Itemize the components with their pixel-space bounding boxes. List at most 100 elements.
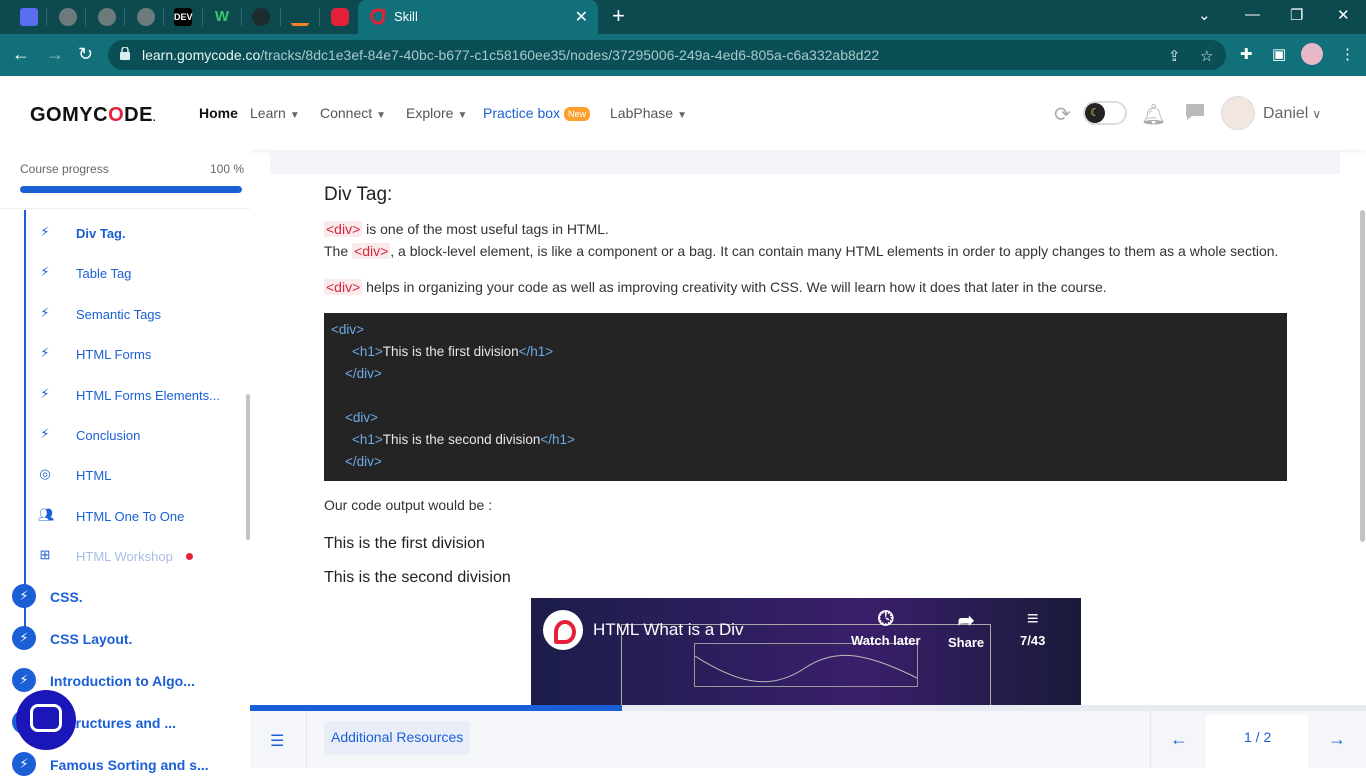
sidebar-section-label: Introduction to Algo... bbox=[50, 673, 195, 689]
inline-code: <div> bbox=[324, 279, 363, 295]
profile-avatar[interactable] bbox=[1301, 43, 1323, 65]
lock-icon bbox=[120, 47, 130, 60]
github-icon[interactable] bbox=[252, 8, 270, 26]
browser-tab-strip: DEV W Skill ✕ + ⌄ — ❐ ✕ bbox=[0, 0, 1366, 34]
support-chat-button[interactable] bbox=[16, 690, 76, 750]
tab-separator bbox=[319, 8, 320, 26]
sync-icon[interactable]: ⟳ bbox=[1054, 102, 1071, 127]
globe-icon[interactable] bbox=[137, 8, 155, 26]
url-text: learn.gomycode.co/tracks/8dc1e3ef-84e7-4… bbox=[142, 47, 879, 63]
bookmark-star-icon[interactable]: ☆ bbox=[1200, 47, 1213, 65]
active-tab-title: Skill bbox=[394, 9, 418, 24]
w-tab-icon[interactable]: W bbox=[213, 8, 231, 26]
chevron-down-icon: ▼ bbox=[457, 110, 468, 121]
code-text: This is the second division bbox=[382, 432, 541, 447]
calendar-app-icon[interactable] bbox=[20, 8, 38, 26]
code-tag: </div> bbox=[345, 366, 382, 381]
share-label: Share bbox=[948, 635, 985, 650]
previous-page-arrow-icon[interactable]: ← bbox=[1170, 729, 1188, 750]
close-tab-icon[interactable]: ✕ bbox=[575, 7, 588, 27]
moon-icon: ☾ bbox=[1085, 103, 1105, 123]
clock-icon: 🕓︎ bbox=[877, 608, 894, 630]
next-page-arrow-icon[interactable]: → bbox=[1328, 729, 1346, 750]
module-tree-line bbox=[24, 210, 26, 636]
nav-learn[interactable]: Learn ▼ bbox=[250, 105, 300, 121]
code-text: This is the first division bbox=[382, 344, 519, 359]
minimize-icon[interactable]: — bbox=[1245, 6, 1260, 23]
bolt-icon: ⚡︎ bbox=[40, 426, 50, 441]
nav-home[interactable]: Home bbox=[199, 105, 238, 121]
restore-icon[interactable]: ❐ bbox=[1290, 6, 1303, 24]
progress-value: 100 % bbox=[210, 162, 245, 176]
gomycode-icon[interactable] bbox=[331, 8, 349, 26]
lesson-title: Div Tag: bbox=[324, 184, 393, 205]
playlist-icon: ≡ bbox=[1026, 608, 1039, 630]
nav-connect[interactable]: Connect ▼ bbox=[320, 105, 386, 121]
content-banner bbox=[270, 150, 1340, 174]
chat-icon[interactable] bbox=[1184, 102, 1206, 122]
bolt-icon: ⚡︎ bbox=[40, 264, 50, 279]
sidebar-item-label: HTML bbox=[76, 468, 112, 483]
user-menu[interactable]: Daniel ∨ bbox=[1263, 105, 1321, 123]
output-heading-2: This is the second division bbox=[324, 569, 511, 586]
logo-text-o: O bbox=[108, 104, 125, 126]
youtube-video-embed[interactable]: HTML What is a Div 🕓︎ Watch later ➦ Share … bbox=[531, 598, 1081, 705]
user-avatar[interactable] bbox=[1221, 96, 1255, 130]
side-panel-icon[interactable]: ▣ bbox=[1272, 45, 1286, 63]
playlist-count: 7/43 bbox=[1020, 633, 1046, 648]
nav-practice-box[interactable]: Practice box New bbox=[483, 105, 591, 122]
new-tab-button[interactable]: + bbox=[612, 3, 625, 29]
nav-explore[interactable]: Explore ▼ bbox=[406, 105, 467, 121]
tab-search-icon[interactable]: ⌄ bbox=[1198, 6, 1211, 24]
dark-mode-toggle[interactable]: ☾ bbox=[1083, 101, 1127, 125]
nav-explore-label: Explore bbox=[406, 105, 454, 121]
gomycode-logo[interactable]: GOMYCODE. bbox=[30, 104, 156, 127]
bell-icon[interactable]: 🔔︎ bbox=[1141, 102, 1166, 127]
window-close-icon[interactable]: ✕ bbox=[1337, 6, 1350, 24]
paragraph-3: <div> helps in organizing your code as w… bbox=[324, 279, 1107, 295]
content-scrollbar[interactable] bbox=[1360, 210, 1365, 542]
user-name: Daniel bbox=[1263, 105, 1309, 122]
chevron-down-icon: ∨ bbox=[1312, 107, 1322, 121]
tab-separator bbox=[241, 8, 242, 26]
url-bar[interactable]: learn.gomycode.co/tracks/8dc1e3ef-84e7-4… bbox=[108, 40, 1226, 70]
code-tag: </h1> bbox=[518, 344, 554, 359]
nav-labphase-label: LabPhase bbox=[610, 105, 674, 121]
back-icon[interactable]: ← bbox=[12, 44, 30, 65]
lesson-bottom-bar: ☰ Additional Resources ← 1 / 2 → bbox=[250, 705, 1366, 768]
sidebar-divider bbox=[0, 208, 250, 209]
stackoverflow-icon[interactable] bbox=[291, 8, 309, 26]
code-tag: </div> bbox=[345, 454, 382, 469]
playlist-button[interactable]: ≡ 7/43 bbox=[1020, 608, 1045, 648]
channel-logo[interactable] bbox=[543, 610, 583, 650]
bolt-icon: ⚡︎ bbox=[40, 345, 50, 360]
menu-dots-icon[interactable]: ⋮ bbox=[1340, 45, 1355, 63]
globe-icon[interactable] bbox=[59, 8, 77, 26]
forward-icon[interactable]: → bbox=[46, 44, 64, 65]
address-toolbar: ← → ↻ learn.gomycode.co/tracks/8dc1e3ef-… bbox=[0, 34, 1366, 76]
share-button[interactable]: ➦ Share bbox=[948, 608, 984, 650]
output-label: Our code output would be : bbox=[324, 497, 493, 513]
nav-labphase[interactable]: LabPhase ▼ bbox=[610, 105, 687, 121]
sidebar-section-label: Famous Sorting and s... bbox=[50, 757, 209, 773]
bolt-icon: ⚡︎ bbox=[40, 224, 50, 239]
share-page-icon[interactable]: ⇪ bbox=[1168, 47, 1181, 65]
inline-code: <div> bbox=[352, 243, 391, 259]
watch-later-button[interactable]: 🕓︎ Watch later bbox=[851, 608, 921, 648]
bolt-icon: ⚡︎ bbox=[40, 386, 50, 401]
lesson-content: Div Tag: <div> is one of the most useful… bbox=[250, 150, 1366, 705]
reload-icon[interactable]: ↻ bbox=[78, 44, 93, 65]
sidebar-item-label: Table Tag bbox=[76, 266, 132, 281]
video-title[interactable]: HTML What is a Div bbox=[593, 620, 744, 640]
active-tab[interactable]: Skill ✕ bbox=[358, 0, 598, 34]
code-block[interactable]: <div> <h1>This is the first division</h1… bbox=[324, 313, 1287, 481]
logo-text-start: GOMYC bbox=[30, 104, 109, 126]
code-line: <div> bbox=[331, 322, 364, 337]
tab-separator bbox=[124, 8, 125, 26]
globe-icon[interactable] bbox=[98, 8, 116, 26]
extensions-icon[interactable]: ✚ bbox=[1240, 45, 1253, 63]
bar-divider bbox=[1150, 711, 1151, 768]
additional-resources-button[interactable]: Additional Resources bbox=[324, 721, 471, 755]
dev-tab-icon[interactable]: DEV bbox=[174, 8, 193, 26]
outline-list-icon[interactable]: ☰ bbox=[270, 731, 284, 751]
